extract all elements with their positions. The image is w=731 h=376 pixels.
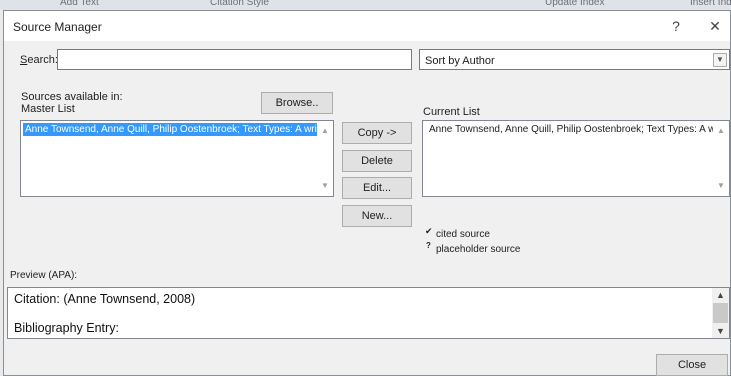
scroll-up-icon[interactable]: ▲ — [714, 124, 728, 138]
sort-select[interactable]: Sort by Author ▼ — [419, 49, 730, 70]
preview-bibliography: Bibliography Entry: — [14, 321, 119, 335]
master-list[interactable]: Anne Townsend, Anne Quill, Philip Oosten… — [20, 120, 334, 197]
close-button[interactable]: Close — [656, 354, 728, 376]
preview-scrollbar[interactable]: ▲ ▼ — [712, 288, 729, 338]
master-list-item[interactable]: Anne Townsend, Anne Quill, Philip Oosten… — [23, 123, 317, 136]
help-icon[interactable]: ? — [665, 16, 687, 36]
new-button[interactable]: New... — [342, 205, 412, 227]
scroll-up-icon[interactable]: ▲ — [318, 124, 332, 138]
scroll-down-icon[interactable]: ▼ — [714, 179, 728, 193]
current-list-scrollbar[interactable]: ▲ ▼ — [714, 122, 728, 195]
current-list-item[interactable]: Anne Townsend, Anne Quill, Philip Oosten… — [427, 123, 713, 136]
sources-available-label: Sources available in: — [21, 91, 123, 103]
cited-check-icon: ✔ — [425, 226, 433, 236]
source-manager-dialog: Source Manager ? ✕ Search: Sort by Autho… — [3, 10, 731, 376]
ribbon-fragment: Insert Index — [690, 0, 731, 8]
dialog-title: Source Manager — [13, 20, 102, 34]
copy-button[interactable]: Copy -> — [342, 122, 412, 144]
preview-citation: Citation: (Anne Townsend, 2008) — [14, 292, 196, 306]
current-list-label: Current List — [423, 106, 480, 118]
ribbon-fragment: Add Text — [60, 0, 99, 8]
master-list-scrollbar[interactable]: ▲ ▼ — [318, 122, 332, 195]
edit-button[interactable]: Edit... — [342, 177, 412, 199]
background-app-ribbon: Add Text Citation Style Update Index Ins… — [0, 0, 731, 10]
sort-select-value: Sort by Author — [425, 55, 495, 67]
ribbon-fragment: Update Index — [545, 0, 605, 8]
placeholder-source-label: placeholder source — [436, 244, 521, 255]
chevron-down-icon[interactable]: ▼ — [713, 53, 727, 67]
placeholder-icon: ? — [426, 241, 431, 250]
preview-label: Preview (APA): — [10, 270, 78, 281]
cited-source-label: cited source — [436, 229, 490, 240]
close-icon[interactable]: ✕ — [704, 16, 726, 36]
scroll-up-icon[interactable]: ▲ — [712, 288, 729, 302]
scroll-thumb[interactable] — [713, 303, 728, 323]
scroll-down-icon[interactable]: ▼ — [712, 324, 729, 338]
current-list[interactable]: Anne Townsend, Anne Quill, Philip Oosten… — [422, 120, 730, 197]
browse-button[interactable]: Browse.. — [261, 92, 333, 114]
preview-box[interactable]: Citation: (Anne Townsend, 2008) Bibliogr… — [7, 287, 730, 339]
delete-button[interactable]: Delete — [342, 150, 412, 172]
master-list-label: Master List — [21, 103, 75, 115]
title-bar: Source Manager ? ✕ — [4, 11, 730, 41]
search-label: Search: — [20, 54, 58, 66]
scroll-down-icon[interactable]: ▼ — [318, 179, 332, 193]
ribbon-fragment: Citation Style — [210, 0, 269, 8]
search-input[interactable] — [57, 49, 412, 70]
